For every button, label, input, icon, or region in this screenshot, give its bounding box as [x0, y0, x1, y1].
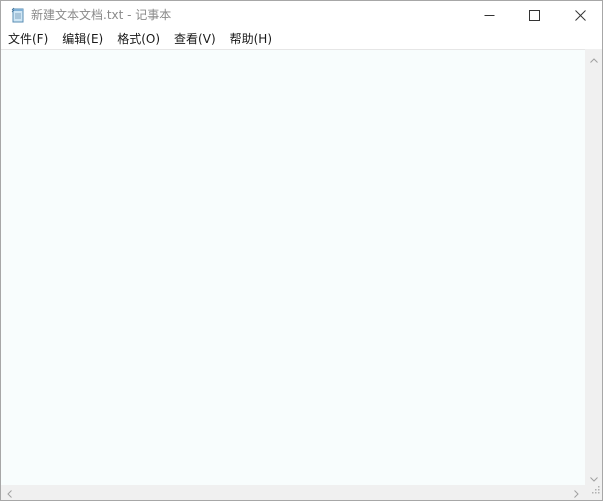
menu-help[interactable]: 帮助(H): [223, 30, 279, 49]
size-grip[interactable]: [585, 485, 602, 500]
close-icon: [574, 6, 586, 25]
menu-view[interactable]: 查看(V): [167, 30, 223, 49]
horizontal-scrollbar[interactable]: [1, 485, 585, 500]
minimize-icon: [484, 6, 495, 25]
chevron-up-icon: [589, 48, 598, 67]
vertical-scrollbar[interactable]: [585, 49, 602, 485]
menu-edit[interactable]: 编辑(E): [55, 30, 110, 49]
vertical-scroll-track[interactable]: [586, 66, 601, 468]
minimize-button[interactable]: [466, 1, 512, 30]
chevron-left-icon: [7, 483, 12, 501]
scroll-right-button[interactable]: [568, 485, 585, 500]
maximize-button[interactable]: [511, 1, 557, 30]
menu-format[interactable]: 格式(O): [110, 30, 167, 49]
menu-file[interactable]: 文件(F): [1, 30, 55, 49]
chevron-right-icon: [574, 483, 579, 501]
maximize-icon: [528, 6, 540, 25]
notepad-window: 新建文本文档.txt - 记事本 文件(F) 编辑(E) 格式(O) 查看(V)…: [0, 0, 603, 501]
notepad-icon: [10, 7, 26, 23]
menu-bar: 文件(F) 编辑(E) 格式(O) 查看(V) 帮助(H): [1, 30, 602, 49]
text-editor[interactable]: [1, 49, 585, 485]
scroll-left-button[interactable]: [1, 485, 18, 500]
title-bar[interactable]: 新建文本文档.txt - 记事本: [1, 1, 602, 30]
window-title: 新建文本文档.txt - 记事本: [31, 8, 172, 22]
size-grip-icon: [590, 479, 600, 498]
close-button[interactable]: [557, 1, 603, 30]
scroll-up-button[interactable]: [585, 49, 602, 66]
